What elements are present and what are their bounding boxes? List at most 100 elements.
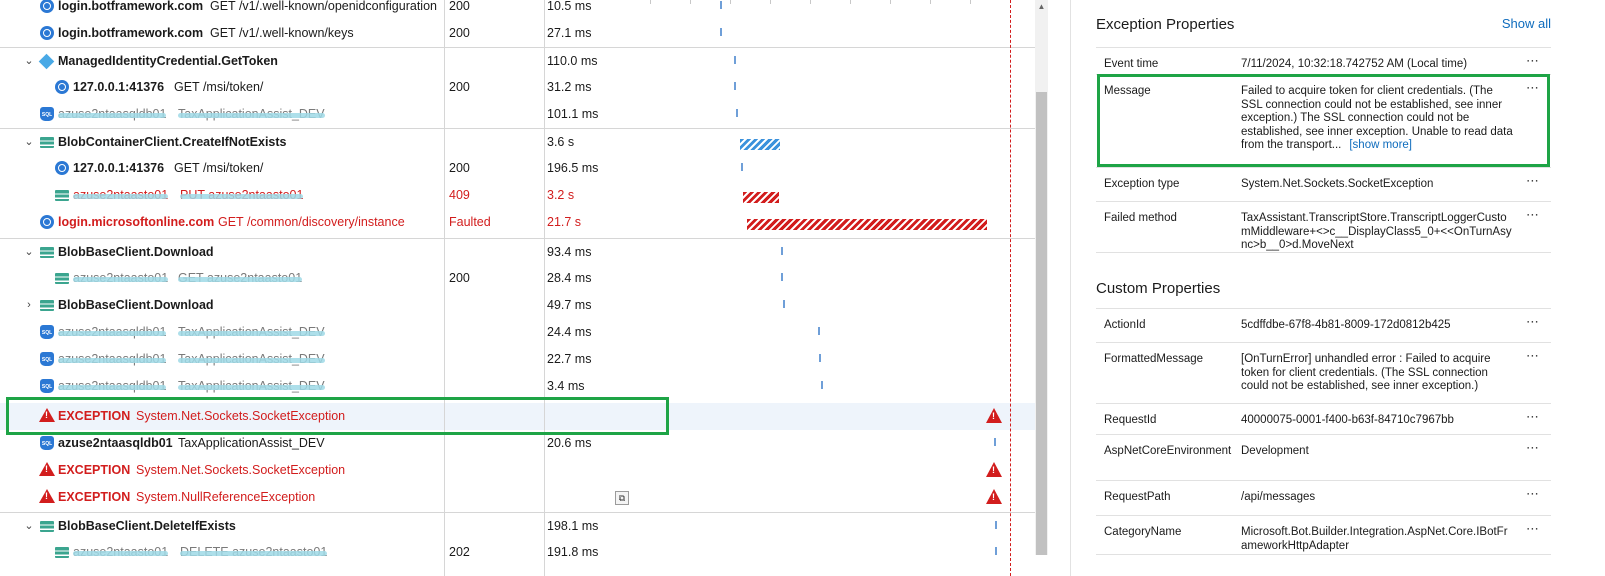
row-duration: 3.4 ms: [547, 379, 585, 393]
row-duration: 101.1 ms: [547, 107, 599, 121]
trace-row[interactable]: azuse2ntaasqldb01 TaxApplicationAssist_D…: [0, 373, 1035, 400]
warning-triangle-icon: [986, 462, 1002, 477]
property-value: Failed to acquire token for client crede…: [1241, 85, 1513, 153]
row-duration: 3.2 s: [547, 188, 575, 202]
chevron-down-icon[interactable]: ⌄: [22, 245, 36, 259]
trace-row[interactable]: azuse2ntaasto01 PUT azuse2ntaasto01 409 …: [0, 182, 1035, 209]
property-value: Microsoft.Bot.Builder.Integration.AspNet…: [1241, 526, 1508, 552]
timeline-bar: [818, 325, 820, 335]
globe-icon: [40, 0, 54, 13]
ellipsis-icon[interactable]: ⋯: [1526, 522, 1540, 536]
row-name: azuse2ntaasto01: [73, 545, 169, 559]
scrollbar-thumb[interactable]: [1036, 92, 1047, 555]
row-duration: 198.1 ms: [547, 519, 599, 533]
column-divider: [444, 0, 445, 576]
row-detail: System.Net.Sockets.SocketException: [136, 409, 346, 423]
ellipsis-icon[interactable]: ⋯: [1526, 174, 1540, 188]
row-result: 409: [449, 188, 470, 202]
show-more-link[interactable]: [show more]: [1349, 139, 1412, 151]
chevron-down-icon[interactable]: ⌄: [22, 54, 36, 68]
ellipsis-icon[interactable]: ⋯: [1526, 81, 1540, 95]
row-duration: 20.6 ms: [547, 436, 592, 450]
row-result: Faulted: [449, 215, 491, 229]
vertical-scrollbar[interactable]: ▲: [1035, 0, 1048, 555]
row-detail: GET /v1/.well-known/openidconfiguration: [210, 0, 437, 13]
ellipsis-icon[interactable]: ⋯: [1526, 441, 1540, 455]
property-key: Exception type: [1104, 178, 1180, 190]
property-key: FormattedMessage: [1104, 353, 1204, 365]
ellipsis-icon[interactable]: ⋯: [1526, 410, 1540, 424]
row-name: ManagedIdentityCredential.GetToken: [58, 54, 278, 68]
copy-icon[interactable]: ⧉: [615, 491, 629, 505]
trace-row[interactable]: azuse2ntaasqldb01 TaxApplicationAssist_D…: [0, 430, 1035, 457]
timeline-bar: [783, 298, 785, 308]
row-name: BlobBaseClient.Download: [58, 298, 214, 312]
trace-row[interactable]: EXCEPTION System.Net.Sockets.SocketExcep…: [0, 403, 1035, 430]
sql-database-icon: [40, 107, 54, 121]
row-name: azuse2ntaasqldb01: [58, 107, 167, 121]
trace-row[interactable]: login.microsoftonline.com GET /common/di…: [0, 209, 1035, 236]
row-name: EXCEPTION: [58, 490, 131, 504]
row-detail: GET /msi/token/: [174, 80, 264, 94]
trace-row[interactable]: EXCEPTION System.NullReferenceException: [0, 484, 1035, 511]
chevron-down-icon[interactable]: ⌄: [22, 135, 36, 149]
trace-row[interactable]: azuse2ntaasqldb01 TaxApplicationAssist_D…: [0, 319, 1035, 346]
trace-row[interactable]: login.botframework.com GET /v1/.well-kno…: [0, 20, 1035, 47]
ellipsis-icon[interactable]: ⋯: [1526, 487, 1540, 501]
timeline-bar: [747, 219, 987, 230]
timeline-bar: [819, 352, 821, 362]
sql-database-icon: [40, 325, 54, 339]
row-duration: 49.7 ms: [547, 298, 592, 312]
row-duration: 28.4 ms: [547, 271, 592, 285]
property-key: Failed method: [1104, 212, 1177, 224]
property-row: RequestId 40000075-0001-f400-b63f-84710c…: [1096, 403, 1551, 434]
row-detail: GET /v1/.well-known/keys: [210, 26, 354, 40]
row-name: 127.0.0.1:41376: [73, 80, 165, 94]
trace-row[interactable]: azuse2ntaasqldb01 TaxApplicationAssist_D…: [0, 346, 1035, 373]
ellipsis-icon[interactable]: ⋯: [1526, 208, 1540, 222]
trace-row[interactable]: ⌄ ManagedIdentityCredential.GetToken 110…: [0, 47, 1035, 74]
property-value: [OnTurnError] unhandled error : Failed t…: [1241, 353, 1491, 393]
trace-row[interactable]: azuse2ntaasto01 GET azuse2ntaasto01 200 …: [0, 265, 1035, 292]
chevron-right-icon[interactable]: ›: [22, 298, 36, 312]
trace-row[interactable]: 127.0.0.1:41376 GET /msi/token/ 200 196.…: [0, 155, 1035, 182]
column-divider: [544, 0, 545, 576]
timeline-ruler: [640, 0, 1010, 4]
ellipsis-icon[interactable]: ⋯: [1526, 315, 1540, 329]
row-name: azuse2ntaasto01: [73, 188, 169, 202]
scroll-up-icon[interactable]: ▲: [1035, 2, 1048, 11]
time-marker-line: [1010, 0, 1011, 576]
row-duration: 196.5 ms: [547, 161, 599, 175]
trace-row[interactable]: 127.0.0.1:41376 GET /msi/token/ 200 31.2…: [0, 74, 1035, 101]
timeline-bar: [741, 161, 743, 171]
timeline-bar: [781, 245, 783, 255]
row-duration: 3.6 s: [547, 135, 575, 149]
sql-database-icon: [40, 379, 54, 393]
row-result: 200: [449, 80, 470, 94]
ellipsis-icon[interactable]: ⋯: [1526, 349, 1540, 363]
trace-row[interactable]: azuse2ntaasqldb01 TaxApplicationAssist_D…: [0, 101, 1035, 128]
trace-row[interactable]: › BlobBaseClient.Download 49.7 ms: [0, 292, 1035, 319]
trace-row[interactable]: ⌄ BlobBaseClient.DeleteIfExists 198.1 ms: [0, 512, 1035, 539]
property-key: Message: [1104, 85, 1151, 97]
property-key: Event time: [1104, 58, 1159, 70]
trace-row[interactable]: azuse2ntaasto01 DELETE azuse2ntaasto01 2…: [0, 539, 1035, 566]
row-detail: TaxApplicationAssist_DEV: [178, 107, 325, 121]
trace-row[interactable]: ⌄ BlobBaseClient.Download 93.4 ms: [0, 238, 1035, 265]
property-key: ActionId: [1104, 319, 1146, 331]
property-value: System.Net.Sockets.SocketException: [1241, 178, 1434, 190]
trace-row[interactable]: EXCEPTION System.Net.Sockets.SocketExcep…: [0, 457, 1035, 484]
chevron-down-icon[interactable]: ⌄: [22, 519, 36, 533]
row-result: 200: [449, 26, 470, 40]
exception-properties-title: Exception Properties: [1096, 16, 1235, 33]
ellipsis-icon[interactable]: ⋯: [1526, 54, 1540, 68]
show-all-link[interactable]: Show all: [1502, 16, 1551, 31]
property-value: Development: [1241, 445, 1309, 457]
trace-row[interactable]: ⌄ BlobContainerClient.CreateIfNotExists …: [0, 128, 1035, 155]
timeline-bar: [720, 26, 722, 36]
warning-triangle-icon: [39, 489, 55, 503]
row-name: login.botframework.com: [58, 26, 204, 40]
row-detail: TaxApplicationAssist_DEV: [178, 352, 325, 366]
property-key: RequestId: [1104, 414, 1157, 426]
property-value: /api/messages: [1241, 491, 1316, 503]
